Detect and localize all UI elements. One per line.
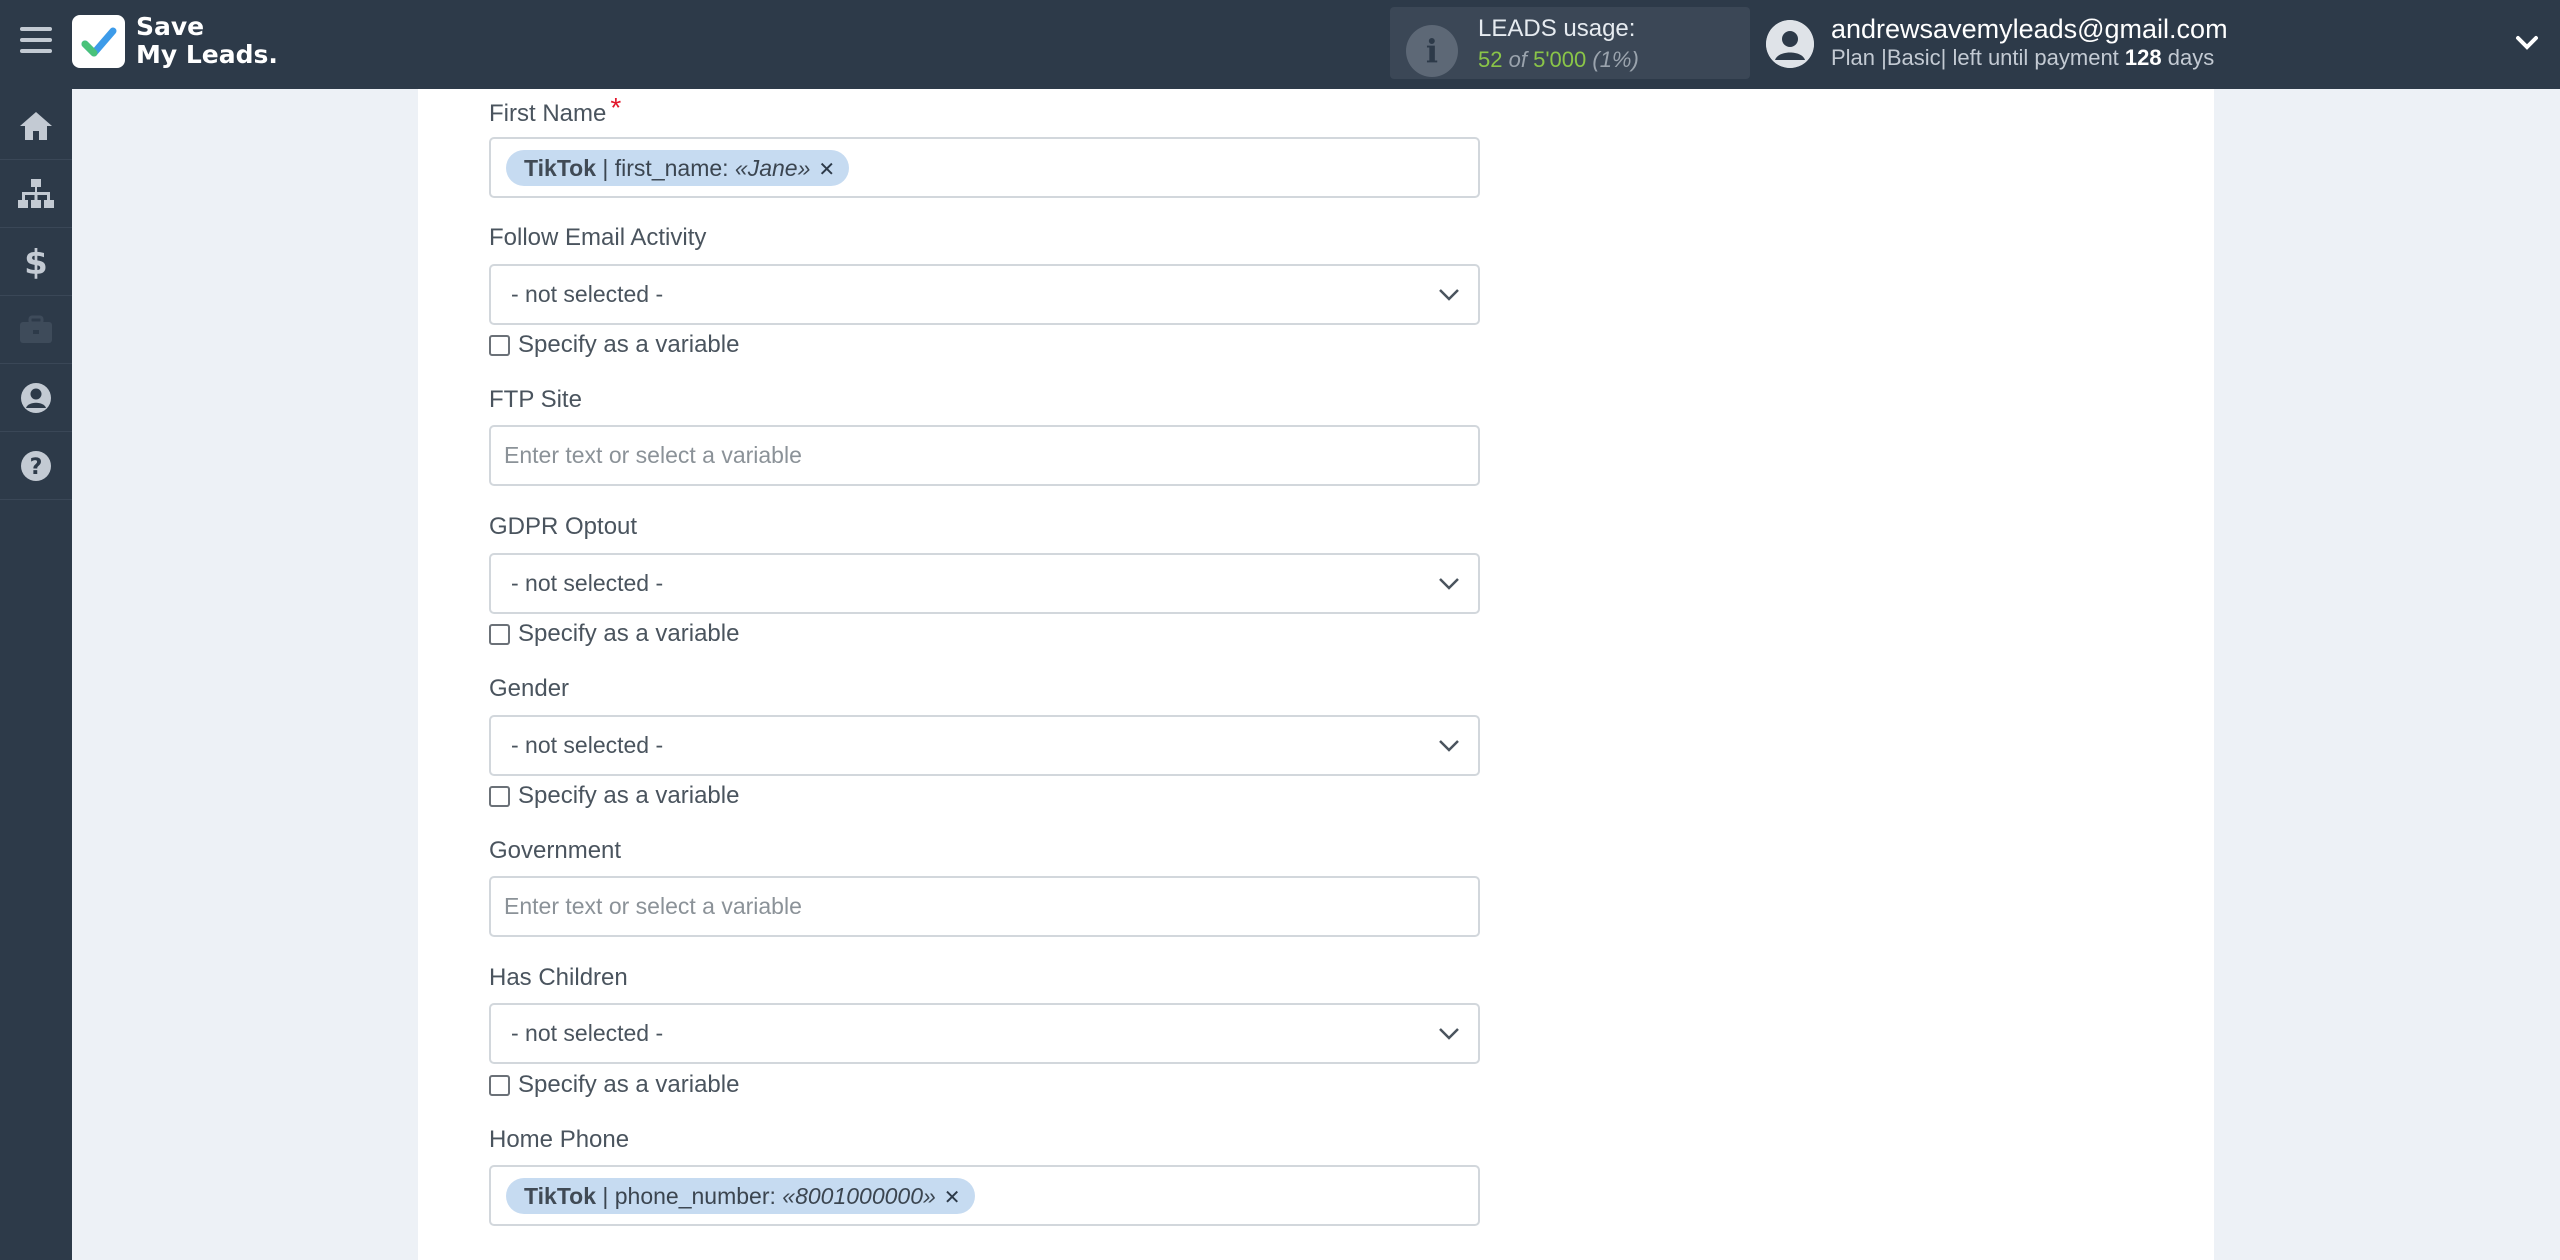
logo-line-1: Save — [136, 12, 205, 41]
government-label: Government — [489, 837, 622, 864]
specify-variable-label: Specify as a variable — [518, 331, 740, 358]
tag-source: TikTok — [524, 155, 596, 181]
government-placeholder: Enter text or select a variable — [504, 893, 802, 919]
sidebar-item-billing[interactable]: $ — [0, 228, 72, 296]
specify-variable-checkbox[interactable] — [489, 785, 510, 807]
specify-variable-label: Specify as a variable — [518, 620, 740, 647]
gender-select[interactable]: - not selected - — [489, 715, 1480, 776]
tag-separator: | — [596, 1183, 615, 1209]
follow-email-activity-label: Follow Email Activity — [489, 224, 707, 251]
days-label: days — [2167, 45, 2215, 70]
sidebar: $ ? — [0, 89, 72, 1260]
home-phone-field[interactable]: TikTok | phone_number: «8001000000» ✕ — [489, 1165, 1480, 1226]
tag-field: phone_number: — [614, 1183, 783, 1209]
user-email[interactable]: andrewsavemyleads@gmail.com — [1831, 14, 2228, 45]
logo-line-2: My Leads. — [136, 40, 278, 69]
svg-text:$: $ — [24, 244, 48, 280]
select-value: - not selected - — [511, 1020, 664, 1046]
chevron-down-icon — [1439, 289, 1459, 301]
first-name-label: First Name * — [489, 92, 621, 128]
ftp-site-input[interactable]: Enter text or select a variable — [489, 425, 1480, 486]
info-icon: i — [1406, 25, 1458, 77]
gdpr-optout-label: GDPR Optout — [489, 513, 638, 540]
days-count: 128 — [2124, 45, 2162, 70]
remove-tag-icon[interactable]: ✕ — [818, 152, 835, 188]
specify-variable-label: Specify as a variable — [518, 1071, 740, 1098]
svg-text:?: ? — [30, 455, 43, 480]
usage-percent: (1%) — [1592, 47, 1639, 72]
variable-tag[interactable]: TikTok | phone_number: «8001000000» ✕ — [506, 1178, 975, 1214]
logo-text[interactable]: Save My Leads. — [136, 13, 278, 69]
home-icon — [20, 111, 52, 140]
avatar-icon[interactable] — [1766, 20, 1814, 68]
tag-field: first_name: — [614, 155, 735, 181]
account-icon — [21, 382, 51, 413]
logo-icon[interactable] — [72, 15, 125, 68]
chevron-down-icon[interactable] — [2512, 28, 2542, 58]
gender-variable-option[interactable]: Specify as a variable — [489, 781, 739, 811]
sidebar-item-help[interactable]: ? — [0, 432, 72, 500]
sidebar-item-home[interactable] — [0, 92, 72, 160]
gdpr-optout-select[interactable]: - not selected - — [489, 553, 1480, 614]
sidebar-item-connections[interactable] — [0, 160, 72, 228]
usage-value: 52 of 5'000 (1%) — [1478, 47, 1639, 73]
briefcase-icon — [20, 315, 52, 343]
usage-of: of — [1508, 47, 1527, 72]
tag-value: «8001000000» — [782, 1183, 936, 1209]
select-value: - not selected - — [511, 570, 664, 596]
has-children-select[interactable]: - not selected - — [489, 1003, 1480, 1064]
tag-value: «Jane» — [734, 155, 811, 181]
usage-total: 5'000 — [1533, 47, 1587, 72]
usage-used: 52 — [1478, 47, 1503, 72]
first-name-label-text: First Name — [489, 100, 607, 127]
plan-text: Plan |Basic| left until payment — [1831, 45, 2119, 70]
specify-variable-checkbox[interactable] — [489, 334, 510, 356]
home-phone-label: Home Phone — [489, 1126, 630, 1153]
help-icon: ? — [21, 450, 51, 481]
variable-tag[interactable]: TikTok | first_name: «Jane» ✕ — [506, 150, 850, 188]
top-bar: Save My Leads. i LEADS usage: 52 of 5'00… — [0, 0, 2560, 89]
ftp-site-placeholder: Enter text or select a variable — [504, 442, 802, 468]
remove-tag-icon[interactable]: ✕ — [944, 1180, 961, 1216]
leads-usage-panel: i LEADS usage: 52 of 5'000 (1%) — [1390, 7, 1750, 79]
specify-variable-label: Specify as a variable — [518, 782, 740, 809]
specify-variable-checkbox[interactable] — [489, 623, 510, 645]
first-name-field[interactable]: TikTok | first_name: «Jane» ✕ — [489, 137, 1480, 198]
tag-source: TikTok — [524, 1183, 596, 1209]
sitemap-icon — [18, 178, 54, 208]
sidebar-item-account[interactable] — [0, 364, 72, 432]
ftp-site-label: FTP Site — [489, 386, 582, 413]
has-children-label: Has Children — [489, 964, 628, 991]
menu-icon[interactable] — [20, 27, 52, 57]
required-mark: * — [610, 92, 622, 123]
chevron-down-icon — [1439, 1028, 1459, 1040]
has-children-variable-option[interactable]: Specify as a variable — [489, 1070, 739, 1100]
sidebar-item-tools[interactable] — [0, 296, 72, 364]
follow-email-activity-select[interactable]: - not selected - — [489, 264, 1480, 325]
chevron-down-icon — [1439, 578, 1459, 590]
chevron-down-icon — [1439, 740, 1459, 752]
gdpr-optout-variable-option[interactable]: Specify as a variable — [489, 619, 739, 649]
select-value: - not selected - — [511, 732, 664, 758]
government-input[interactable]: Enter text or select a variable — [489, 876, 1480, 937]
follow-email-activity-variable-option[interactable]: Specify as a variable — [489, 330, 739, 360]
usage-label: LEADS usage: — [1478, 15, 1636, 42]
tag-separator: | — [596, 155, 615, 181]
gender-label: Gender — [489, 675, 570, 702]
user-plan: Plan |Basic| left until payment 128 days — [1831, 45, 2214, 71]
select-value: - not selected - — [511, 281, 664, 307]
specify-variable-checkbox[interactable] — [489, 1074, 510, 1096]
dollar-icon: $ — [24, 244, 48, 280]
